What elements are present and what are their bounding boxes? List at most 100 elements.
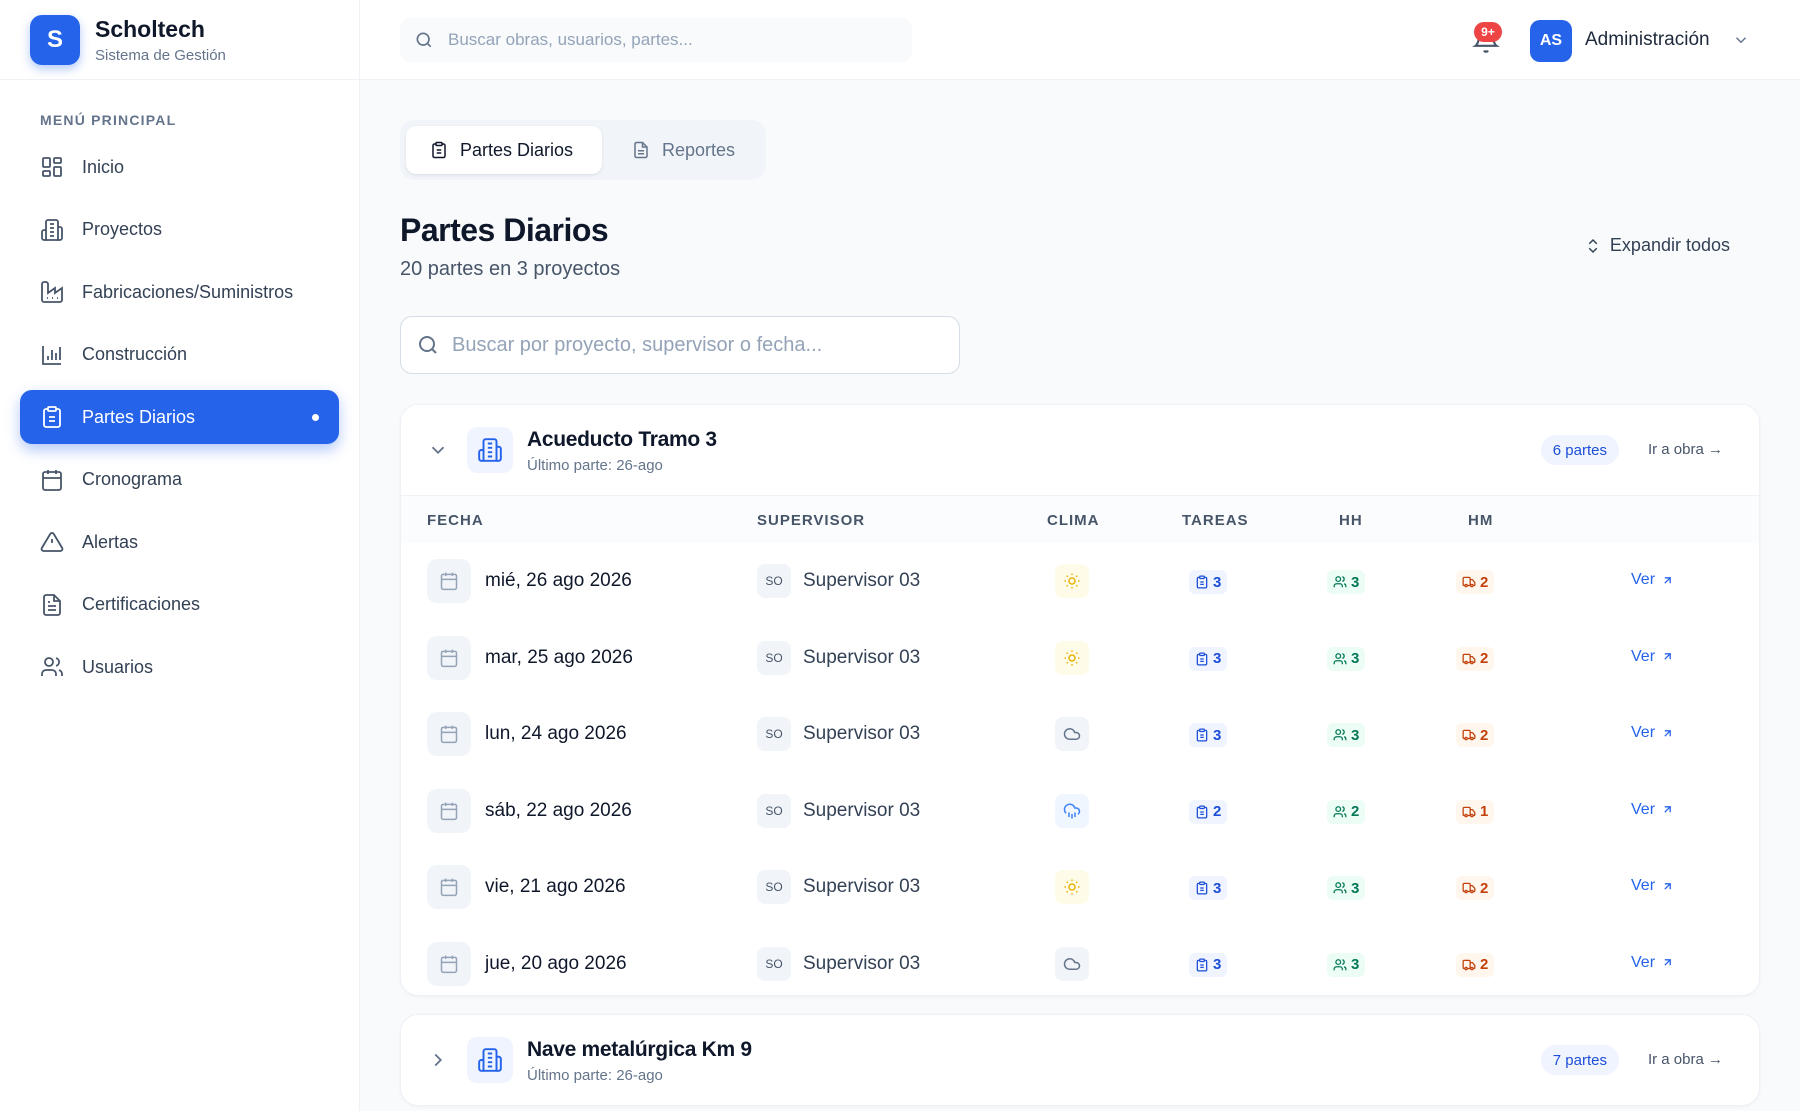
filter-search-input[interactable] <box>452 333 932 357</box>
col-hh[interactable]: HH <box>1339 512 1363 529</box>
tareas-count: 3 <box>1213 879 1222 897</box>
calendar-icon <box>427 559 471 603</box>
table-row[interactable]: mié, 26 ago 2026 SO Supervisor 03 3 3 2 Ver <box>401 543 1759 620</box>
supervisor-initials: SO <box>757 564 791 598</box>
project-card-header[interactable]: Acueducto Tramo 3 Último parte: 26-ago 6… <box>401 405 1759 495</box>
tareas-badge: 2 <box>1189 799 1228 824</box>
hm-count: 2 <box>1480 956 1489 973</box>
view-report-link[interactable]: Ver <box>1631 724 1674 742</box>
go-to-project-link[interactable]: Ir a obra → <box>1648 1051 1723 1068</box>
sidebar-item-label: Usuarios <box>82 656 154 677</box>
sun-icon <box>1055 640 1089 675</box>
sidebar-item-partes-diarios[interactable]: Partes Diarios <box>20 390 339 444</box>
brand[interactable]: S Scholtech Sistema de Gestión <box>0 0 359 80</box>
sidebar-item-inicio[interactable]: Inicio <box>20 140 339 194</box>
page-subtitle: 20 partes en 3 proyectos <box>400 258 621 280</box>
sidebar-item-alertas[interactable]: Alertas <box>20 515 339 569</box>
table-row[interactable]: lun, 24 ago 2026 SO Supervisor 03 3 3 2 Ver <box>401 696 1759 773</box>
sidebar-item-usuarios[interactable]: Usuarios <box>20 640 339 694</box>
date-cell: lun, 24 ago 2026 <box>427 712 627 756</box>
view-report-link[interactable]: Ver <box>1631 571 1674 589</box>
hm-count: 2 <box>1480 879 1489 897</box>
filter-search[interactable] <box>400 316 960 374</box>
page-title: Partes Diarios <box>400 212 609 248</box>
arrow-up-right-icon <box>1655 727 1674 740</box>
hm-count: 2 <box>1480 650 1489 667</box>
tab-partes-diarios[interactable]: Partes Diarios <box>406 126 602 174</box>
sidebar-item-certificaciones[interactable]: Certificaciones <box>20 578 339 632</box>
tareas-badge: 3 <box>1189 876 1228 900</box>
hh-badge: 3 <box>1327 646 1366 671</box>
calendar-icon <box>427 635 471 680</box>
factory-icon <box>40 280 64 304</box>
supervisor-initials: SO <box>757 640 791 675</box>
supervisor-name: Supervisor 03 <box>803 952 921 974</box>
supervisor-name: Supervisor 03 <box>803 723 921 744</box>
avatar[interactable]: AS <box>1530 20 1572 62</box>
users-icon <box>1333 575 1351 589</box>
project-last-part: Último parte: 26-ago <box>527 457 663 474</box>
hm-badge: 2 <box>1456 723 1495 747</box>
sidebar-item-label: Construcción <box>82 344 188 364</box>
view-label: Ver <box>1631 877 1656 894</box>
brand-subtitle: Sistema de Gestión <box>95 46 226 64</box>
sidebar: S Scholtech Sistema de Gestión MENÚ PRIN… <box>0 0 360 1111</box>
user-name[interactable]: Administración <box>1585 29 1710 51</box>
table-row[interactable]: vie, 21 ago 2026 SO Supervisor 03 3 3 2 Ver <box>401 849 1759 926</box>
date-cell: mié, 26 ago 2026 <box>427 559 632 603</box>
view-report-link[interactable]: Ver <box>1631 801 1674 819</box>
col-fecha[interactable]: FECHA <box>427 512 484 529</box>
table-body: mié, 26 ago 2026 SO Supervisor 03 3 3 2 Ver mar… <box>401 543 1759 996</box>
go-to-project-link[interactable]: Ir a obra → <box>1648 441 1723 458</box>
sidebar-item-label: Fabricaciones/Suministros <box>82 281 294 302</box>
table-header: FECHA SUPERVISOR CLIMA TAREAS HH HM <box>401 495 1759 543</box>
row-date: lun, 24 ago 2026 <box>485 723 627 744</box>
table-row[interactable]: jue, 20 ago 2026 SO Supervisor 03 3 3 2 Ver <box>401 926 1759 996</box>
users-icon <box>40 655 64 679</box>
sidebar-item-construccion[interactable]: Construcción <box>20 328 339 382</box>
col-tareas[interactable]: TAREAS <box>1182 512 1249 529</box>
truck-icon <box>1462 575 1480 589</box>
hh-count: 3 <box>1351 650 1360 667</box>
project-card-header[interactable]: Nave metalúrgica Km 9 Último parte: 26-a… <box>401 1015 1759 1105</box>
building-icon <box>40 218 64 242</box>
hh-count: 3 <box>1351 573 1360 591</box>
col-clima[interactable]: CLIMA <box>1047 512 1100 529</box>
sidebar-item-cronograma[interactable]: Cronograma <box>20 453 339 507</box>
sidebar-item-label: Partes Diarios <box>82 406 196 427</box>
calendar-icon <box>427 865 471 909</box>
sidebar-item-label: Cronograma <box>82 469 183 489</box>
tareas-badge: 3 <box>1189 646 1228 671</box>
view-report-link[interactable]: Ver <box>1631 954 1674 972</box>
tab-reportes[interactable]: Reportes <box>608 126 760 174</box>
tab-label: Partes Diarios <box>460 139 574 160</box>
supervisor-cell: SO Supervisor 03 <box>757 946 921 981</box>
supervisor-initials: SO <box>757 717 791 751</box>
view-report-link[interactable]: Ver <box>1631 877 1674 895</box>
search-icon <box>414 30 434 50</box>
clipboard-icon <box>1195 652 1213 666</box>
sidebar-item-fabricaciones[interactable]: Fabricaciones/Suministros <box>20 265 339 319</box>
row-date: mié, 26 ago 2026 <box>485 570 632 591</box>
global-search-input[interactable] <box>448 30 868 50</box>
hm-count: 1 <box>1480 803 1489 820</box>
table-row[interactable]: mar, 25 ago 2026 SO Supervisor 03 3 3 2 Ver <box>401 620 1759 697</box>
building-icon <box>467 1037 513 1083</box>
chevron-down-icon[interactable] <box>427 439 449 461</box>
chevron-right-icon[interactable] <box>427 1049 449 1071</box>
expand-all-button[interactable]: Expandir todos <box>1584 235 1730 256</box>
sidebar-item-label: Inicio <box>82 156 125 177</box>
view-report-link[interactable]: Ver <box>1631 648 1674 666</box>
hm-count: 2 <box>1480 726 1489 744</box>
arrow-up-right-icon <box>1655 956 1674 969</box>
table-row[interactable]: sáb, 22 ago 2026 SO Supervisor 03 2 2 1 Ver <box>401 773 1759 850</box>
col-hm[interactable]: HM <box>1468 512 1493 529</box>
expand-all-label: Expandir todos <box>1609 235 1730 255</box>
notification-badge: 9+ <box>1474 22 1502 42</box>
file-text-icon <box>632 141 650 159</box>
col-supervisor[interactable]: SUPERVISOR <box>757 512 865 529</box>
tareas-count: 3 <box>1213 726 1222 744</box>
sidebar-item-proyectos[interactable]: Proyectos <box>20 203 339 257</box>
global-search[interactable] <box>400 18 912 62</box>
chevron-down-icon[interactable] <box>1732 31 1750 49</box>
